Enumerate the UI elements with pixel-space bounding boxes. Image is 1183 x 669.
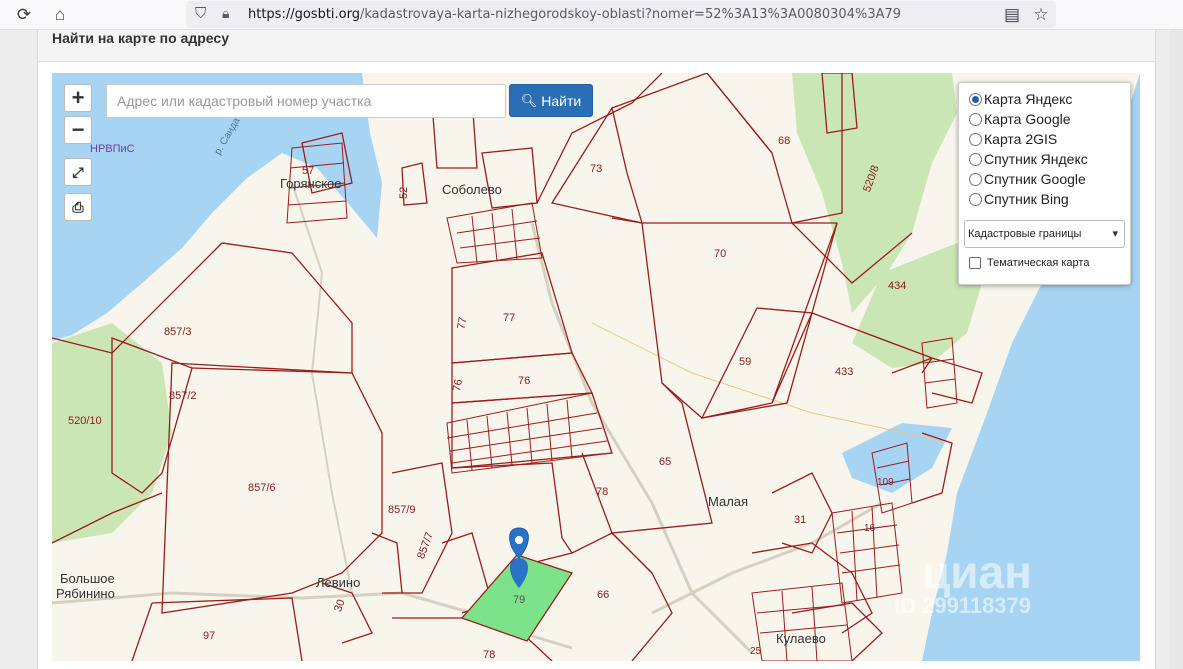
label-malaya: Малая (708, 494, 748, 509)
url-text[interactable]: https://gosbti.org/kadastrovaya-karta-ni… (248, 1, 901, 28)
parcel-label: 78 (596, 486, 608, 498)
thematic-map-toggle[interactable]: Тематическая карта (969, 253, 1089, 273)
parcel-label: 857/7 (415, 531, 436, 561)
parcel-label: 77 (503, 312, 515, 324)
shield-icon[interactable]: ⛉ (195, 5, 206, 22)
parcel-label: 78 (483, 649, 495, 661)
address-search-input[interactable] (106, 84, 506, 118)
label-nrvpis: НРВПиС (90, 143, 135, 155)
parcel-label: 66 (597, 589, 609, 601)
reader-view-icon[interactable]: ▤ (1000, 3, 1024, 27)
printer-icon: ⎙ (72, 198, 84, 215)
radio-icon[interactable] (969, 192, 982, 206)
parcel-label: 70 (714, 248, 726, 260)
parcel-label: 109 (877, 477, 894, 488)
fullscreen-button[interactable]: ⤢ (64, 158, 92, 186)
bay-water (842, 423, 952, 493)
cadastral-map[interactable]: НРВПиС Горянское Соболево Большое Рябини… (52, 73, 1140, 661)
parcel-label: 857/6 (248, 482, 276, 494)
print-button[interactable]: ⎙ (64, 193, 92, 221)
parcel-label: 30 (332, 598, 347, 614)
layer-option-yandex-map[interactable]: Карта Яндекс (969, 89, 1072, 109)
parcel-label: 52 (398, 187, 410, 199)
parcel-label: 77 (455, 316, 469, 330)
page-scrollbar[interactable] (1170, 30, 1183, 669)
find-button[interactable]: 🔍︎ Найти (509, 84, 593, 117)
radio-icon[interactable] (969, 172, 982, 186)
search-icon: 🔍︎ (520, 92, 538, 108)
home-icon[interactable]: ⌂ (48, 3, 72, 27)
checkbox-icon[interactable] (969, 257, 981, 269)
parcel-label: 68 (778, 135, 790, 147)
overlay-select[interactable]: Кадастровые границы ▾ (964, 220, 1125, 248)
parcel-label: 79 (513, 594, 525, 606)
label-ryabinino: Рябинино (56, 586, 115, 601)
layer-option-2gis-map[interactable]: Карта 2GIS (969, 129, 1057, 149)
zoom-in-button[interactable]: + (64, 84, 92, 112)
label-bolshoe: Большое (60, 571, 115, 586)
parcel-label: 57 (302, 165, 314, 177)
label-kulaevo: Кулаево (776, 631, 826, 646)
browser-toolbar: ⟳ ⌂ ⛉ 🔒︎ https://gosbti.org/kadastrovaya… (0, 0, 1183, 30)
parcel-label: 16 (864, 523, 876, 534)
parcel-label: 97 (203, 630, 215, 642)
parcel-label: 25 (750, 646, 762, 657)
parcel-label: 857/2 (169, 390, 197, 402)
parcel-label: 520/10 (68, 415, 102, 427)
chevron-down-icon: ▾ (1112, 228, 1118, 240)
parcel-label: 857/3 (164, 326, 192, 338)
radio-icon[interactable] (969, 92, 982, 106)
layer-option-bing-satellite[interactable]: Спутник Bing (969, 189, 1069, 209)
address-bar[interactable]: ⛉ 🔒︎ https://gosbti.org/kadastrovaya-kar… (186, 1, 1056, 28)
radio-icon[interactable] (969, 112, 982, 126)
panel-title: Найти на карте по адресу (52, 30, 229, 46)
layer-option-yandex-satellite[interactable]: Спутник Яндекс (969, 149, 1088, 169)
expand-icon: ⤢ (72, 163, 84, 180)
parcel-label: 434 (888, 280, 906, 292)
lock-icon[interactable]: 🔒︎ (222, 5, 229, 22)
zoom-out-button[interactable]: − (64, 116, 92, 144)
bookmark-star-icon[interactable]: ☆ (1029, 3, 1053, 27)
radio-icon[interactable] (969, 132, 982, 146)
panel-header: Найти на карте по адресу (38, 30, 1155, 62)
label-sobolevo: Соболево (442, 182, 502, 197)
layer-switcher-panel: Карта Яндекс Карта Google Карта 2GIS Спу… (958, 82, 1131, 285)
radio-icon[interactable] (969, 152, 982, 166)
parcel-label: 76 (518, 375, 530, 387)
parcel-label: 59 (739, 356, 751, 368)
parcel-label: 65 (659, 456, 671, 468)
reload-icon[interactable]: ⟳ (12, 3, 36, 27)
svg-text:циан: циан (922, 546, 1032, 598)
layer-option-google-satellite[interactable]: Спутник Google (969, 169, 1086, 189)
parcel-label: 433 (835, 366, 853, 378)
parcel-grid-sobolevo (446, 202, 543, 264)
parcel-label: 73 (590, 163, 602, 175)
svg-text:ID 299118379: ID 299118379 (894, 593, 1031, 618)
parcel-label: 31 (794, 514, 806, 526)
label-levino: Левино (316, 575, 360, 590)
parcel-label: 857/9 (388, 504, 416, 516)
watermark: циан ID 299118379 (894, 546, 1032, 618)
parcel-label: 76 (451, 378, 465, 392)
label-goryanskoe: Горянское (280, 176, 342, 191)
layer-option-google-map[interactable]: Карта Google (969, 109, 1071, 129)
